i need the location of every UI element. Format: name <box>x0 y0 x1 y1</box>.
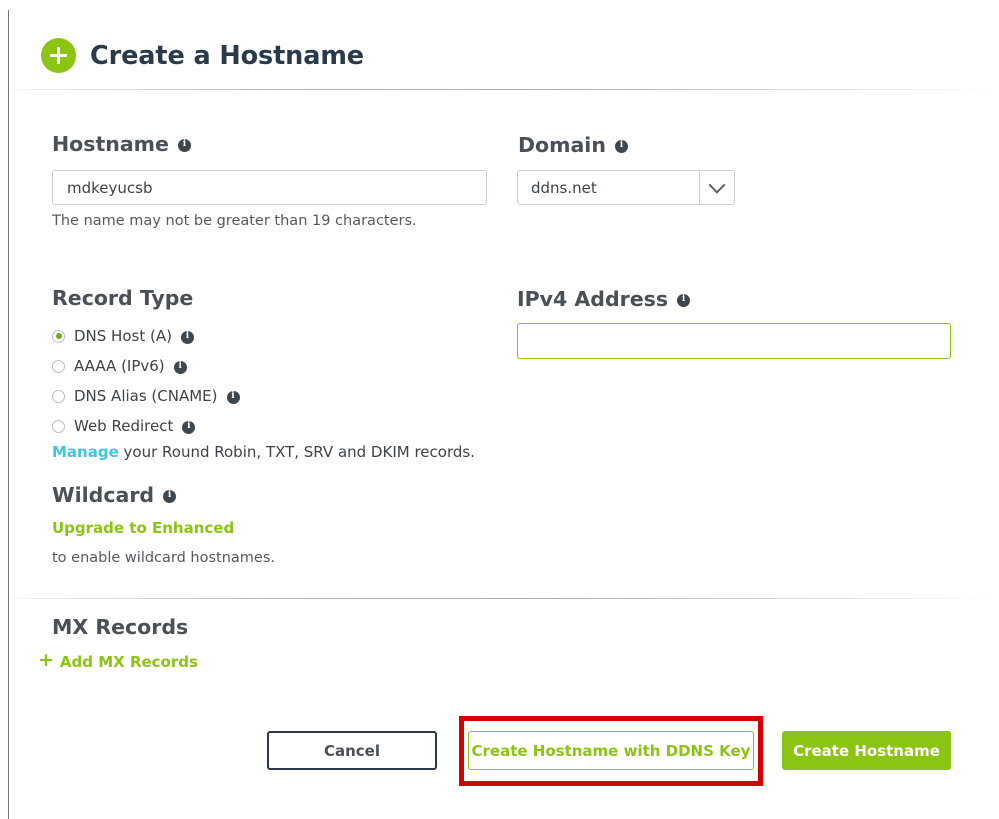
cancel-button[interactable]: Cancel <box>267 731 437 770</box>
manage-records-line: Manage your Round Robin, TXT, SRV and DK… <box>52 443 475 461</box>
radio-option-web-redirect[interactable]: Web Redirect i <box>52 411 240 441</box>
radio-option-dns-alias-cname[interactable]: DNS Alias (CNAME) i <box>52 381 240 411</box>
radio-label: DNS Alias (CNAME) <box>74 387 218 405</box>
wildcard-helper-text: to enable wildcard hostnames. <box>52 550 276 566</box>
domain-select[interactable]: ddns.net <box>517 170 735 205</box>
radio-button[interactable] <box>52 389 65 403</box>
info-icon[interactable]: i <box>614 139 628 153</box>
domain-label: Domain <box>518 133 606 157</box>
mx-records-label: MX Records <box>52 615 189 639</box>
radio-label: Web Redirect <box>74 417 174 435</box>
ipv4-label-group: IPv4 Address i <box>517 287 691 311</box>
plus-icon: + <box>38 649 54 671</box>
radio-button[interactable] <box>52 359 65 373</box>
page-title: Create a Hostname <box>90 40 364 71</box>
create-hostname-card: Create a Hostname Hostname i The name ma… <box>0 0 999 819</box>
record-type-label-text: Record Type <box>52 286 194 310</box>
record-type-label: Record Type <box>52 286 193 310</box>
manage-rest-text: your Round Robin, TXT, SRV and DKIM reco… <box>118 443 475 461</box>
manage-link[interactable]: Manage <box>52 443 119 461</box>
radio-label: DNS Host (A) <box>74 327 172 345</box>
add-mx-records-link[interactable]: + Add MX Records <box>38 649 198 671</box>
radio-button[interactable] <box>52 329 65 343</box>
create-hostname-button[interactable]: Create Hostname <box>782 731 951 770</box>
domain-label-group: Domain i <box>518 133 628 157</box>
record-type-radio-group: DNS Host (A) i AAAA (IPv6) i DNS Alias (… <box>52 321 240 441</box>
hostname-label-group: Hostname i <box>52 132 191 156</box>
header-content: Create a Hostname <box>41 38 364 73</box>
create-hostname-with-ddns-key-button[interactable]: Create Hostname with DDNS Key <box>468 731 754 770</box>
radio-option-aaaa-ipv6[interactable]: AAAA (IPv6) i <box>52 351 240 381</box>
plus-circle-icon <box>41 38 76 73</box>
ipv4-address-input[interactable] <box>517 323 951 359</box>
wildcard-label: Wildcard <box>52 483 155 507</box>
radio-button[interactable] <box>52 419 65 433</box>
card-left-border <box>8 10 9 819</box>
radio-option-dns-host-a[interactable]: DNS Host (A) i <box>52 321 240 351</box>
info-icon[interactable]: i <box>163 489 177 503</box>
chevron-down-icon[interactable] <box>699 171 734 204</box>
hostname-label: Hostname <box>52 132 169 156</box>
info-icon[interactable]: i <box>173 360 187 374</box>
hostname-input[interactable] <box>52 170 487 205</box>
add-mx-records-label: Add MX Records <box>59 652 198 671</box>
wildcard-label-group: Wildcard i <box>52 483 177 507</box>
info-icon[interactable]: i <box>180 330 194 344</box>
info-icon[interactable]: i <box>226 390 240 404</box>
hostname-helper-text: The name may not be greater than 19 char… <box>52 213 417 229</box>
info-icon[interactable]: i <box>182 420 196 434</box>
upgrade-to-enhanced-link[interactable]: Upgrade to Enhanced <box>52 519 234 537</box>
header-divider <box>0 89 999 90</box>
section-divider <box>0 598 999 599</box>
card-header: Create a Hostname <box>0 0 999 89</box>
info-icon[interactable]: i <box>177 138 191 152</box>
info-icon[interactable]: i <box>677 293 691 307</box>
domain-select-value: ddns.net <box>531 178 597 197</box>
ipv4-label: IPv4 Address <box>517 287 669 311</box>
radio-label: AAAA (IPv6) <box>74 357 165 375</box>
